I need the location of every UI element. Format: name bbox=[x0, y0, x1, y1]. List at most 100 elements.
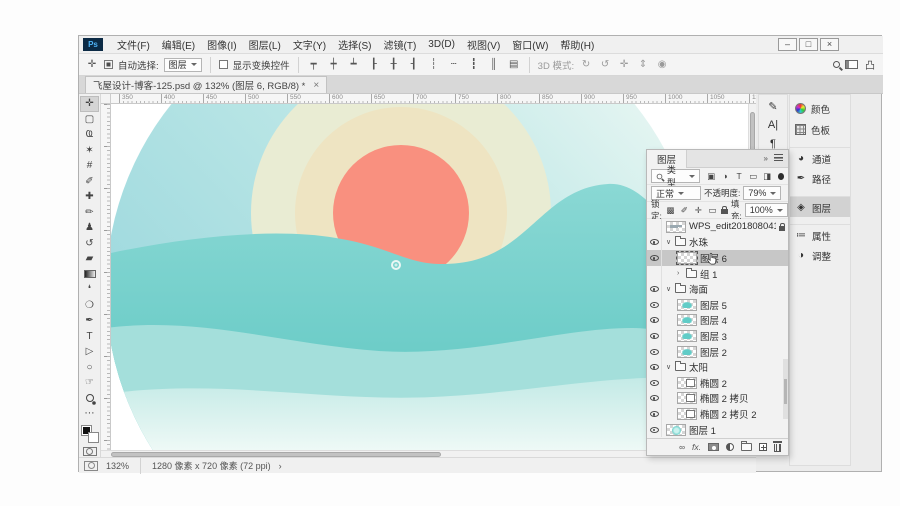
layer-name[interactable]: 图层 1 bbox=[689, 423, 716, 437]
menu-item[interactable]: 图层(L) bbox=[243, 36, 287, 54]
path-select-tool[interactable]: ▷ bbox=[80, 344, 99, 360]
align-top-edges-icon[interactable]: ┯ bbox=[307, 59, 321, 70]
adjustment-layer-icon[interactable] bbox=[726, 443, 734, 451]
水珠[interactable]: ∨ 水珠 bbox=[647, 235, 788, 251]
crop-tool[interactable]: # bbox=[80, 158, 99, 174]
layer-name[interactable]: 图层 3 bbox=[700, 329, 727, 343]
distribute-top-icon[interactable]: ┆ bbox=[427, 59, 441, 70]
layer-name[interactable]: 海面 bbox=[689, 282, 708, 296]
layer-thumbnail[interactable] bbox=[677, 408, 697, 420]
visibility-toggle[interactable] bbox=[647, 235, 662, 251]
opacity-dropdown[interactable]: 79% bbox=[743, 186, 781, 200]
3d-drag-icon[interactable]: ✛ bbox=[617, 59, 631, 70]
lock-artboard-icon[interactable]: ▭ bbox=[707, 205, 718, 216]
quick-mask-icon[interactable] bbox=[83, 447, 97, 456]
character-panel-icon[interactable]: A| bbox=[761, 116, 785, 134]
visibility-toggle[interactable] bbox=[647, 422, 662, 438]
3d-roll-icon[interactable]: ↺ bbox=[598, 59, 612, 70]
dock-item-adjustments[interactable]: ◑ 调整 bbox=[790, 245, 850, 266]
layer-name[interactable]: WPS_edit2018080410... bbox=[689, 221, 776, 232]
visibility-toggle[interactable] bbox=[647, 328, 662, 344]
search-icon[interactable] bbox=[833, 61, 840, 68]
lock-transparent-icon[interactable]: ▩ bbox=[665, 205, 676, 216]
lock-all-icon[interactable] bbox=[721, 209, 728, 214]
layer-name[interactable]: 椭圆 2 拷贝 bbox=[700, 391, 749, 405]
menu-item[interactable]: 滤镜(T) bbox=[378, 36, 423, 54]
3d-rotate-icon[interactable]: ↻ bbox=[579, 59, 593, 70]
dock-item-color[interactable]: 颜色 bbox=[790, 98, 850, 119]
collapse-panel-icon[interactable]: » bbox=[764, 154, 768, 163]
3d-scale-icon[interactable]: ◉ bbox=[655, 59, 669, 70]
visibility-toggle[interactable] bbox=[647, 281, 662, 297]
expand-caret-icon[interactable]: › bbox=[677, 270, 683, 277]
distribute-vertical-icon[interactable]: ┄ bbox=[447, 59, 461, 70]
海面[interactable]: ∨ 海面 bbox=[647, 281, 788, 297]
filter-smart-objects-icon[interactable]: ◨ bbox=[762, 171, 773, 182]
visibility-toggle[interactable] bbox=[647, 375, 662, 391]
panel-menu-icon[interactable] bbox=[774, 154, 783, 161]
history-brush-tool[interactable]: ↺ bbox=[80, 236, 99, 252]
visibility-toggle[interactable] bbox=[647, 359, 662, 375]
link-layers-icon[interactable]: ∞ bbox=[679, 442, 685, 452]
menu-item[interactable]: 图像(I) bbox=[201, 36, 242, 54]
椭圆 2 拷贝 2[interactable]: 椭圆 2 拷贝 2 bbox=[647, 406, 788, 422]
toolbar-more[interactable]: ⋯ bbox=[80, 406, 99, 422]
layer-name[interactable]: 太阳 bbox=[689, 360, 708, 374]
lasso-tool[interactable]: Ҩ bbox=[80, 127, 99, 143]
delete-layer-icon[interactable] bbox=[774, 444, 781, 452]
dock-item-layers[interactable]: ◈ 图层 bbox=[790, 196, 850, 217]
marquee-tool[interactable]: ▢ bbox=[80, 112, 99, 128]
图层 4[interactable]: 图层 4 bbox=[647, 313, 788, 329]
eraser-tool[interactable]: ▰ bbox=[80, 251, 99, 267]
menu-item[interactable]: 文件(F) bbox=[111, 36, 156, 54]
document-tab[interactable]: 飞屋设计-博客-125.psd @ 132% (图层 6, RGB/8) * × bbox=[85, 76, 327, 93]
align-bottom-edges-icon[interactable]: ┷ bbox=[347, 59, 361, 70]
layer-thumbnail[interactable] bbox=[677, 377, 697, 389]
filter-type-dropdown[interactable]: 类型 bbox=[651, 169, 700, 183]
layer-thumbnail[interactable] bbox=[677, 330, 697, 342]
menu-item[interactable]: 视图(V) bbox=[461, 36, 506, 54]
background-color-swatch[interactable] bbox=[88, 432, 99, 443]
distribute-horizontal-icon[interactable]: ║ bbox=[487, 59, 501, 70]
menu-item[interactable]: 选择(S) bbox=[332, 36, 377, 54]
menu-item[interactable]: 窗口(W) bbox=[506, 36, 554, 54]
gradient-tool[interactable] bbox=[80, 267, 99, 283]
visibility-toggle[interactable] bbox=[647, 250, 662, 266]
auto-select-checkbox[interactable] bbox=[104, 60, 113, 69]
close-button[interactable]: × bbox=[820, 38, 839, 51]
visibility-toggle[interactable] bbox=[647, 313, 662, 329]
zoom-level[interactable]: 132% bbox=[106, 461, 129, 471]
layer-name[interactable]: 椭圆 2 bbox=[700, 376, 727, 390]
zoom-tool[interactable] bbox=[80, 391, 99, 407]
layer-style-icon[interactable]: fx. bbox=[692, 442, 701, 452]
layer-name[interactable]: 椭圆 2 拷贝 2 bbox=[700, 407, 757, 421]
status-nav-icon[interactable]: › bbox=[279, 461, 282, 471]
healing-brush-tool[interactable]: ✚ bbox=[80, 189, 99, 205]
share-icon[interactable]: 凸 bbox=[863, 57, 877, 72]
layer-thumbnail[interactable] bbox=[677, 252, 697, 264]
dodge-tool[interactable]: ❍ bbox=[80, 298, 99, 314]
layer-name[interactable]: 图层 5 bbox=[700, 298, 727, 312]
blur-tool[interactable]: ❛ bbox=[80, 282, 99, 298]
add-mask-icon[interactable] bbox=[708, 443, 719, 451]
move-tool[interactable]: ✛ bbox=[80, 96, 99, 112]
layer-thumbnail[interactable] bbox=[666, 221, 686, 233]
visibility-toggle[interactable] bbox=[647, 391, 662, 407]
visibility-toggle[interactable] bbox=[647, 297, 662, 313]
layer-thumbnail[interactable] bbox=[677, 392, 697, 404]
expand-caret-icon[interactable]: ∨ bbox=[666, 238, 672, 246]
图层 2[interactable]: 图层 2 bbox=[647, 344, 788, 360]
filter-pixel-layers-icon[interactable]: ▣ bbox=[706, 171, 717, 182]
align-horizontal-centers-icon[interactable]: ╂ bbox=[387, 59, 401, 70]
tab-close-icon[interactable]: × bbox=[313, 80, 319, 91]
layer-name[interactable]: 组 1 bbox=[700, 267, 717, 281]
brush-tool[interactable]: ✏ bbox=[80, 205, 99, 221]
hand-tool[interactable]: ☞ bbox=[80, 375, 99, 391]
visibility-toggle[interactable] bbox=[647, 266, 662, 282]
fill-dropdown[interactable]: 100% bbox=[745, 203, 788, 217]
dock-item-paths[interactable]: ✒ 路径 bbox=[790, 168, 850, 189]
expand-caret-icon[interactable]: ∨ bbox=[666, 363, 672, 371]
lock-paint-icon[interactable]: ✐ bbox=[679, 205, 690, 216]
图层 1[interactable]: 图层 1 bbox=[647, 422, 788, 438]
3d-slide-icon[interactable]: ⇕ bbox=[636, 59, 650, 70]
